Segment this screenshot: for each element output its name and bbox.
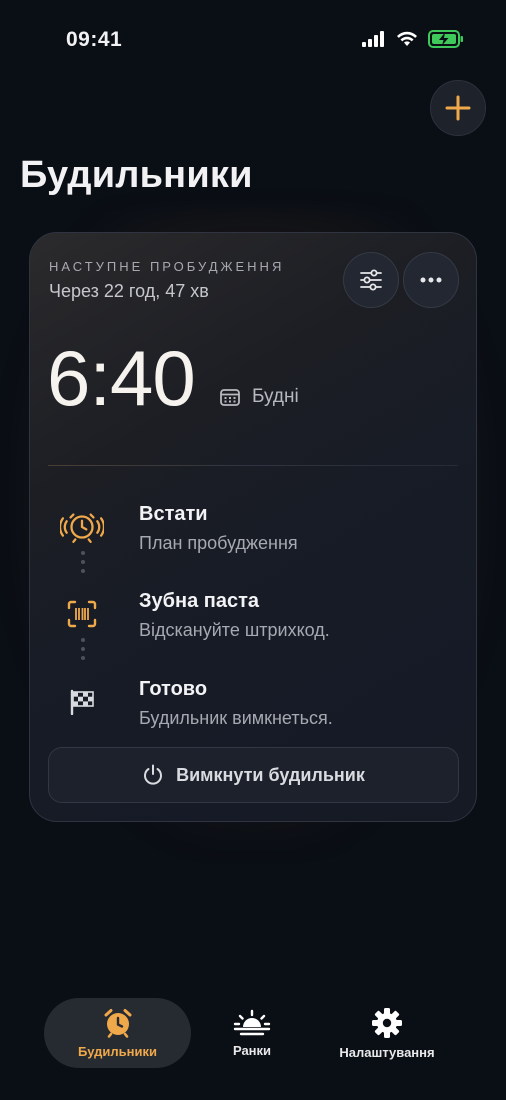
power-icon: [144, 764, 163, 785]
alarm-time[interactable]: 6:40: [47, 333, 196, 423]
tab-label: Налаштування: [339, 1044, 435, 1060]
add-alarm-button[interactable]: [430, 80, 486, 136]
step-connector: [81, 551, 85, 573]
step-icon-container: [60, 592, 104, 636]
alarm-settings-button[interactable]: [343, 252, 399, 308]
step-icon-container: [60, 505, 104, 549]
checkered-flag-icon: [70, 689, 94, 715]
divider: [48, 465, 458, 466]
calendar-icon: [220, 389, 240, 406]
step-subtitle: Відскануйте штрихкод.: [139, 620, 330, 640]
plus-icon: [445, 95, 471, 121]
tab-bar: Будильники Ранки Налаштування: [44, 998, 464, 1068]
tab-mornings[interactable]: Ранки: [212, 998, 292, 1068]
barcode-scan-icon: [67, 600, 97, 628]
step-connector: [81, 638, 85, 660]
repeat-days: Будні: [220, 386, 299, 408]
step-subtitle: План пробудження: [139, 533, 298, 553]
repeat-days-label: Будні: [252, 386, 299, 407]
tab-label: Будильники: [78, 1043, 157, 1059]
sunrise-icon: [233, 1009, 271, 1035]
cellular-signal-icon: [362, 31, 384, 47]
step-title: Готово: [139, 678, 208, 700]
screen: 09:41 Будильники НАСТУПНЕ ПРОБУДЖЕННЯ Че…: [0, 0, 506, 1100]
step-title: Встати: [139, 503, 208, 525]
alarm-ringing-icon: [60, 513, 104, 543]
page-title: Будильники: [20, 154, 253, 196]
more-horizontal-icon: [420, 277, 442, 283]
step-title: Зубна паста: [139, 590, 260, 612]
next-wakeup-countdown: Через 22 год, 47 хв: [49, 281, 209, 301]
battery-charging-icon: [428, 30, 463, 48]
status-time: 09:41: [66, 28, 123, 51]
alarm-card[interactable]: НАСТУПНЕ ПРОБУДЖЕННЯ Через 22 год, 47 хв…: [29, 232, 477, 822]
disable-alarm-label: Вимкнути будильник: [176, 764, 365, 785]
tab-alarms[interactable]: Будильники: [44, 998, 191, 1068]
more-options-button[interactable]: [403, 252, 459, 308]
next-wakeup-label: НАСТУПНЕ ПРОБУДЖЕННЯ: [49, 259, 285, 274]
tab-settings[interactable]: Налаштування: [334, 998, 440, 1068]
step-icon-container: [60, 680, 104, 724]
step-done[interactable]: Готово Будильник вимкнеться.: [30, 670, 478, 740]
sliders-icon: [360, 269, 382, 291]
wifi-icon: [397, 31, 417, 46]
step-toothpaste[interactable]: Зубна паста Відскануйте штрихкод.: [30, 582, 478, 652]
disable-alarm-button[interactable]: Вимкнути будильник: [48, 747, 459, 803]
status-icons: [362, 30, 464, 48]
alarm-clock-icon: [104, 1008, 131, 1038]
step-wake-up[interactable]: Встати План пробудження: [30, 495, 478, 565]
status-bar: 09:41: [0, 0, 506, 80]
tab-label: Ранки: [232, 1042, 272, 1058]
gear-icon: [372, 1007, 402, 1038]
step-subtitle: Будильник вимкнеться.: [139, 708, 333, 728]
